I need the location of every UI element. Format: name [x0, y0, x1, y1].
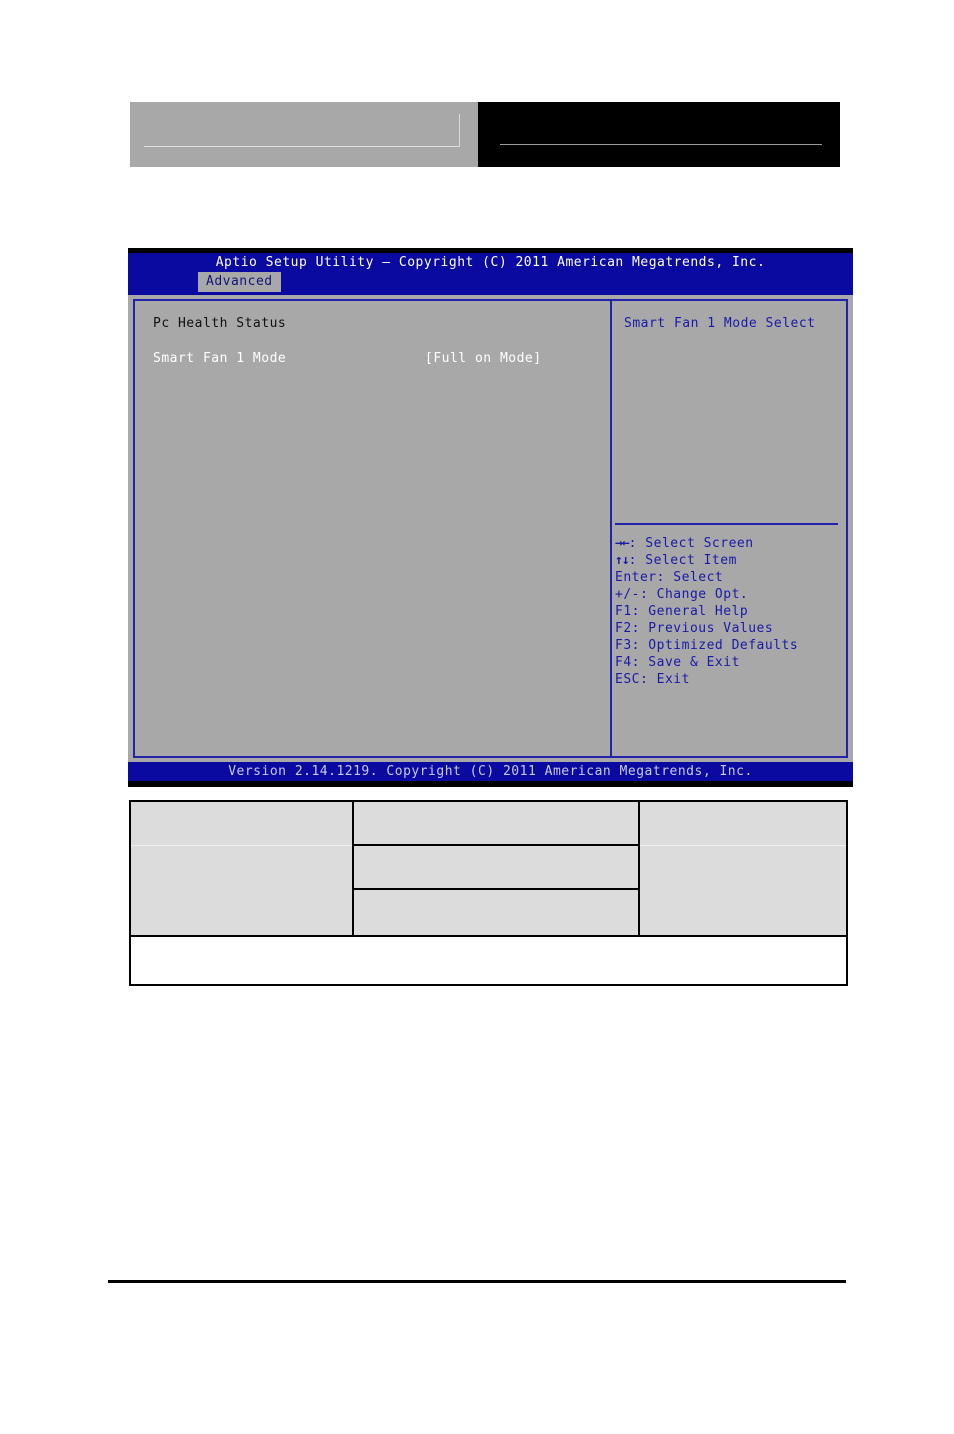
header-field-edge [459, 114, 460, 147]
table-cell [354, 846, 638, 890]
setting-label-smart-fan-1-mode: Smart Fan 1 Mode [153, 351, 287, 366]
bios-inner-frame: Pc Health Status Smart Fan 1 Mode [Full … [133, 299, 848, 758]
bios-settings-panel: Pc Health Status Smart Fan 1 Mode [Full … [135, 301, 612, 756]
bios-tab-bar: Advanced [128, 272, 853, 292]
setting-row-smart-fan-1-mode[interactable]: Smart Fan 1 Mode [Full on Mode] [153, 350, 610, 367]
arrow-left-right-icon: →← [615, 536, 630, 551]
table-cell [354, 802, 638, 846]
key-legend-key-f3: F3 [615, 638, 632, 653]
table-column-middle [354, 802, 640, 935]
page-header [130, 102, 840, 167]
table-cell [354, 890, 638, 935]
bios-title-bar: Aptio Setup Utility – Copyright (C) 2011… [128, 253, 853, 272]
content-table [129, 800, 848, 986]
table-footer-row [131, 935, 846, 984]
header-field-underline [144, 146, 460, 147]
setting-value-smart-fan-1-mode[interactable]: [Full on Mode] [425, 350, 542, 367]
table-cell [131, 802, 352, 846]
table-cell [640, 802, 846, 846]
table-column-left [131, 802, 354, 935]
key-legend-item-f1: F1: General Help [615, 603, 798, 620]
footer-divider [108, 1280, 846, 1283]
key-legend-key-f2: F2 [615, 621, 632, 636]
key-legend-key-f1: F1 [615, 604, 632, 619]
bios-setup-window: Aptio Setup Utility – Copyright (C) 2011… [128, 248, 853, 787]
table-cell [131, 846, 352, 935]
key-legend-action-f4: : Save & Exit [631, 655, 740, 670]
bios-bottom-strip [128, 781, 853, 787]
key-legend-item-select-screen: →←: Select Screen [615, 535, 798, 552]
key-legend-item-change-opt: +/-: Change Opt. [615, 586, 798, 603]
key-legend-action-enter: : Select [656, 570, 724, 585]
help-panel-divider [615, 523, 838, 525]
key-legend-action-f3: : Optimized Defaults [631, 638, 799, 653]
key-legend-item-select-item: ↑↓: Select Item [615, 552, 798, 569]
key-legend: →←: Select Screen ↑↓: Select Item Enter:… [615, 535, 798, 688]
key-legend-action-select-item: : Select Item [628, 553, 737, 568]
bios-help-panel: Smart Fan 1 Mode Select →←: Select Scree… [612, 301, 846, 756]
key-legend-action-change-opt: : Change Opt. [639, 587, 749, 602]
table-column-right [640, 802, 846, 935]
header-right-box [478, 102, 840, 167]
tab-advanced[interactable]: Advanced [198, 272, 281, 292]
key-legend-key-f4: F4 [615, 655, 632, 670]
arrow-up-down-icon: ↑↓ [615, 553, 630, 568]
table-cell [640, 846, 846, 935]
key-legend-item-f4: F4: Save & Exit [615, 654, 798, 671]
key-legend-key-plus-minus: +/- [615, 587, 640, 602]
key-legend-action-f2: : Previous Values [631, 621, 774, 636]
key-legend-action-esc: : Exit [639, 672, 690, 687]
table-grid [131, 802, 846, 935]
key-legend-action-f1: : General Help [631, 604, 749, 619]
key-legend-item-f3: F3: Optimized Defaults [615, 637, 798, 654]
bios-body: Pc Health Status Smart Fan 1 Mode [Full … [128, 292, 853, 762]
header-right-underline [500, 144, 822, 145]
key-legend-item-enter: Enter: Select [615, 569, 798, 586]
key-legend-item-esc: ESC: Exit [615, 671, 798, 688]
key-legend-key-esc: ESC [615, 672, 640, 687]
key-legend-item-f2: F2: Previous Values [615, 620, 798, 637]
bios-version-bar: Version 2.14.1219. Copyright (C) 2011 Am… [128, 762, 853, 781]
section-title-pc-health-status: Pc Health Status [153, 316, 287, 331]
header-left-box [130, 102, 478, 167]
key-legend-key-enter: Enter [615, 570, 657, 585]
key-legend-action-select-screen: : Select Screen [628, 536, 754, 551]
help-description: Smart Fan 1 Mode Select [624, 316, 816, 331]
